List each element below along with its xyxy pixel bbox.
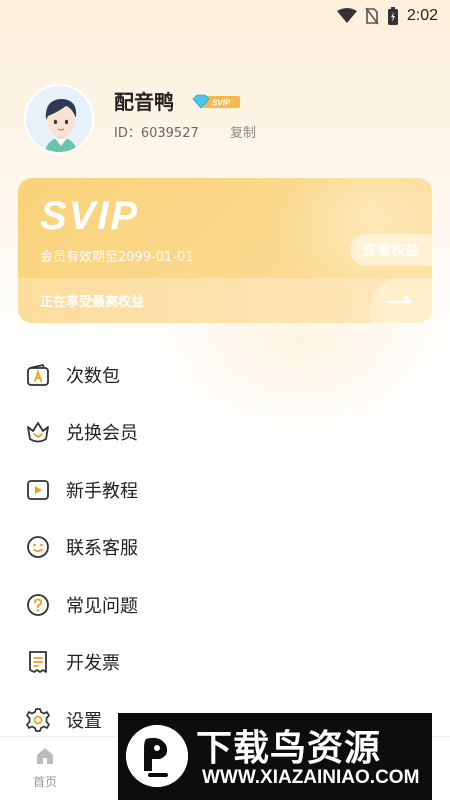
menu-item-label: 联系客服 [66, 538, 138, 560]
watermark-logo-icon [126, 725, 188, 787]
status-bar: 2:02 [0, 0, 450, 32]
menu-item-invoice[interactable]: 开发票 [0, 634, 450, 692]
user-id: ID：6039527 [114, 126, 199, 141]
gear-icon [24, 706, 52, 734]
menu-item-faq[interactable]: 常见问题 [0, 576, 450, 634]
menu-item-count-pack[interactable]: 次数包 [0, 346, 450, 404]
wifi-icon [336, 8, 357, 24]
menu-item-label: 开发票 [66, 653, 120, 675]
wallet-a-icon [24, 361, 52, 389]
svip-badge-text: SVIP [212, 99, 231, 108]
play-icon [24, 476, 52, 504]
arrow-right-icon [387, 291, 415, 310]
svip-badge: SVIP [192, 93, 242, 111]
menu-item-customer-service[interactable]: 联系客服 [0, 519, 450, 577]
watermark-title: 下载鸟资源 [196, 728, 382, 769]
nav-home-label: 首页 [32, 775, 57, 789]
menu-item-label: 设置 [66, 710, 102, 732]
card-status-text: 正在享受最高权益 [40, 295, 145, 310]
crown-bag-icon [24, 418, 52, 446]
menu-item-label: 兑换会员 [66, 423, 138, 445]
watermark: 下载鸟资源 WWW.XIAZAINIAO.COM [118, 713, 432, 800]
copy-button[interactable]: 复制 [230, 122, 256, 141]
nav-home[interactable]: 首页 [26, 747, 64, 795]
menu-item-label: 常见问题 [66, 595, 138, 617]
svip-card[interactable]: SVIP 会员有效期至2099-01-01 查看权益 正在享受最高权益 [18, 178, 432, 323]
menu-item-label: 新手教程 [66, 480, 138, 502]
question-icon [24, 591, 52, 619]
watermark-url: WWW.XIAZAINIAO.COM [202, 767, 420, 788]
no-sim-icon [365, 7, 379, 25]
arrow-right-button[interactable] [370, 278, 432, 323]
menu-list: 次数包 兑换会员 新手教程 联系客服 常见问题 开发票 设置 [0, 346, 450, 749]
svip-expire-text: 会员有效期至2099-01-01 [40, 250, 194, 265]
menu-item-label: 次数包 [66, 365, 120, 387]
menu-item-tutorial[interactable]: 新手教程 [0, 461, 450, 519]
battery-charging-icon [387, 6, 399, 26]
status-time: 2:02 [406, 7, 438, 24]
home-icon [35, 747, 55, 769]
username: 配音鸭 [114, 90, 174, 114]
invoice-icon [24, 648, 52, 676]
svip-logo: SVIP [40, 194, 140, 238]
smile-face-icon [24, 533, 52, 561]
view-rights-button[interactable]: 查看权益 [350, 234, 432, 266]
menu-item-redeem-vip[interactable]: 兑换会员 [0, 404, 450, 462]
avatar[interactable] [24, 84, 94, 154]
